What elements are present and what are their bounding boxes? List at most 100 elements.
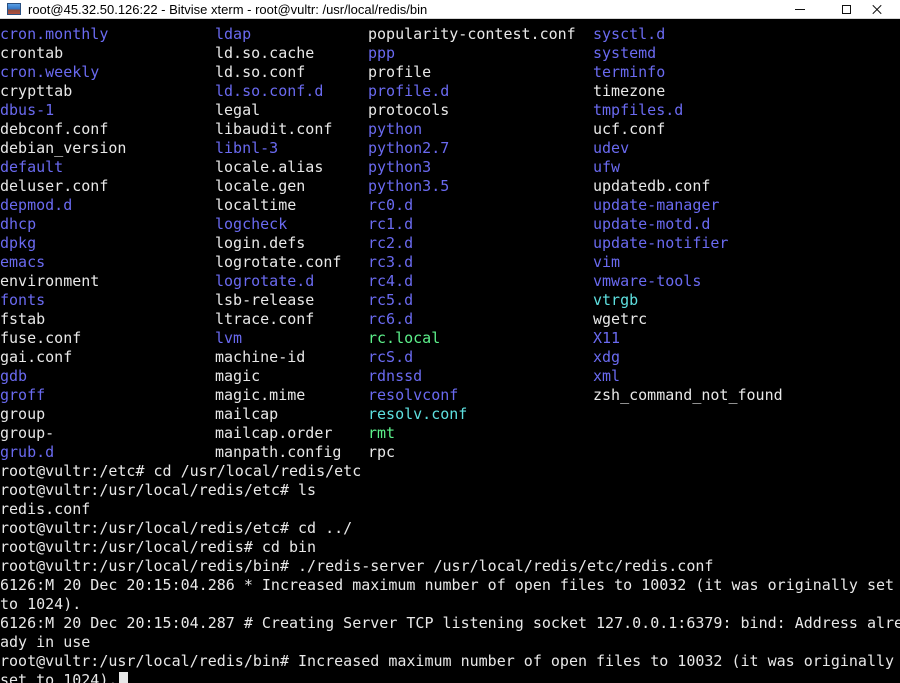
- listing-entry: protocols: [368, 101, 450, 119]
- listing-entry: libaudit.conf: [215, 120, 333, 138]
- listing-entry: ufw: [593, 158, 621, 176]
- listing-entry: machine-id: [215, 348, 306, 366]
- terminal-line: 6126:M 20 Dec 20:15:04.287 # Creating Se…: [0, 614, 900, 633]
- terminal-line-text: ady in use: [0, 633, 91, 651]
- listing-entry: logcheck: [215, 215, 288, 233]
- terminal-line-text: root@vultr:/etc# cd /usr/local/redis/etc: [0, 462, 362, 480]
- listing-entry: update-motd.d: [593, 215, 711, 233]
- listing-entry: resolv.conf: [368, 405, 468, 423]
- listing-entry: zsh_command_not_found: [593, 386, 783, 404]
- listing-entry: lvm: [215, 329, 243, 347]
- directory-listing: cron.monthly ldap popularity-contest.conf s…: [0, 25, 900, 462]
- listing-entry: wgetrc: [593, 310, 648, 328]
- listing-entry: libnl-3: [215, 139, 279, 157]
- terminal-output[interactable]: cron.monthly ldap popularity-contest.conf s…: [0, 25, 900, 683]
- listing-entry: fstab: [0, 310, 46, 328]
- listing-entry: python2.7: [368, 139, 450, 157]
- listing-entry: emacs: [0, 253, 46, 271]
- listing-entry: rc4.d: [368, 272, 414, 290]
- terminal-line: root@vultr:/usr/local/redis/bin# ./redis…: [0, 557, 900, 576]
- terminal-line-text: to 1024).: [0, 595, 82, 613]
- listing-entry: ld.so.conf.d: [215, 82, 324, 100]
- maximize-icon: [841, 5, 851, 14]
- listing-entry: dbus-1: [0, 101, 55, 119]
- minimize-icon: [795, 9, 805, 10]
- listing-entry: rc0.d: [368, 196, 414, 214]
- listing-row: cron.weekly ld.so.conf profile terminfo: [0, 63, 900, 82]
- listing-entry: magic.mime: [215, 386, 306, 404]
- listing-entry: default: [0, 158, 64, 176]
- listing-entry: fonts: [0, 291, 46, 309]
- listing-row: grub.d manpath.config rpc: [0, 443, 900, 462]
- listing-row: gdb magic rdnssd xml: [0, 367, 900, 386]
- window-title: root@45.32.50.126:22 - Bitvise xterm - r…: [28, 2, 428, 17]
- terminal-line: root@vultr:/etc# cd /usr/local/redis/etc: [0, 462, 900, 481]
- listing-entry: profile.d: [368, 82, 450, 100]
- listing-entry: timezone: [593, 82, 666, 100]
- listing-entry: dpkg: [0, 234, 37, 252]
- terminal-line-text: set to 1024).: [0, 671, 118, 683]
- listing-entry: group-: [0, 424, 55, 442]
- listing-entry: xdg: [593, 348, 621, 366]
- listing-entry: manpath.config: [215, 443, 342, 461]
- bitvise-app-icon[interactable]: [7, 3, 21, 15]
- terminal-line: set to 1024).: [0, 671, 900, 683]
- listing-row: gai.conf machine-id rcS.d xdg: [0, 348, 900, 367]
- listing-entry: localtime: [215, 196, 297, 214]
- listing-entry: sysctl.d: [593, 25, 666, 43]
- listing-entry: ld.so.cache: [215, 44, 315, 62]
- close-button[interactable]: [854, 0, 900, 19]
- listing-row: dbus-1 legal protocols tmpfiles.d: [0, 101, 900, 120]
- listing-entry: group: [0, 405, 46, 423]
- listing-entry: update-manager: [593, 196, 720, 214]
- listing-entry: terminfo: [593, 63, 666, 81]
- terminal-line-text: root@vultr:/usr/local/redis# cd bin: [0, 538, 317, 556]
- listing-row: debconf.conf libaudit.conf python ucf.conf: [0, 120, 900, 139]
- listing-entry: python3: [368, 158, 432, 176]
- command-history: root@vultr:/etc# cd /usr/local/redis/etc…: [0, 462, 900, 683]
- listing-entry: debconf.conf: [0, 120, 109, 138]
- listing-entry: fuse.conf: [0, 329, 82, 347]
- listing-entry: resolvconf: [368, 386, 459, 404]
- listing-entry: rc.local: [368, 329, 441, 347]
- listing-row: crontab ld.so.cache ppp systemd: [0, 44, 900, 63]
- listing-entry: ltrace.conf: [215, 310, 315, 328]
- listing-entry: grub.d: [0, 443, 55, 461]
- terminal-line: redis.conf: [0, 500, 900, 519]
- listing-entry: mailcap.order: [215, 424, 333, 442]
- listing-entry: locale.alias: [215, 158, 324, 176]
- listing-entry: rdnssd: [368, 367, 423, 385]
- listing-entry: gdb: [0, 367, 28, 385]
- listing-row: cron.monthly ldap popularity-contest.conf s…: [0, 25, 900, 44]
- minimize-button[interactable]: [777, 0, 823, 19]
- listing-entry: rc3.d: [368, 253, 414, 271]
- title-bar[interactable]: root@45.32.50.126:22 - Bitvise xterm - r…: [0, 0, 900, 19]
- listing-entry: gai.conf: [0, 348, 73, 366]
- listing-entry: rc6.d: [368, 310, 414, 328]
- close-icon: [871, 4, 883, 16]
- listing-entry: python3.5: [368, 177, 450, 195]
- listing-entry: popularity-contest.conf: [368, 25, 576, 43]
- listing-row: deluser.conf locale.gen python3.5 updatedb.…: [0, 177, 900, 196]
- listing-entry: rpc: [368, 443, 396, 461]
- terminal-line-text: redis.conf: [0, 500, 91, 518]
- listing-entry: updatedb.conf: [593, 177, 711, 195]
- listing-row: emacs logrotate.conf rc3.d vim: [0, 253, 900, 272]
- listing-entry: python: [368, 120, 423, 138]
- terminal-line: root@vultr:/usr/local/redis/etc# ls: [0, 481, 900, 500]
- text-cursor: [119, 672, 129, 683]
- listing-entry: logrotate.conf: [215, 253, 342, 271]
- listing-entry: magic: [215, 367, 261, 385]
- listing-entry: groff: [0, 386, 46, 404]
- listing-entry: ucf.conf: [593, 120, 666, 138]
- listing-entry: X11: [593, 329, 621, 347]
- listing-row: fonts lsb-release rc5.d vtrgb: [0, 291, 900, 310]
- listing-row: depmod.d localtime rc0.d update-manager: [0, 196, 900, 215]
- terminal-line: root@vultr:/usr/local/redis/etc# cd ../: [0, 519, 900, 538]
- listing-row: fuse.conf lvm rc.local X11: [0, 329, 900, 348]
- terminal-line: root@vultr:/usr/local/redis# cd bin: [0, 538, 900, 557]
- listing-entry: depmod.d: [0, 196, 73, 214]
- terminal-line: root@vultr:/usr/local/redis/bin# Increas…: [0, 652, 900, 671]
- listing-row: environment logrotate.d rc4.d vmware-tools: [0, 272, 900, 291]
- listing-entry: xml: [593, 367, 621, 385]
